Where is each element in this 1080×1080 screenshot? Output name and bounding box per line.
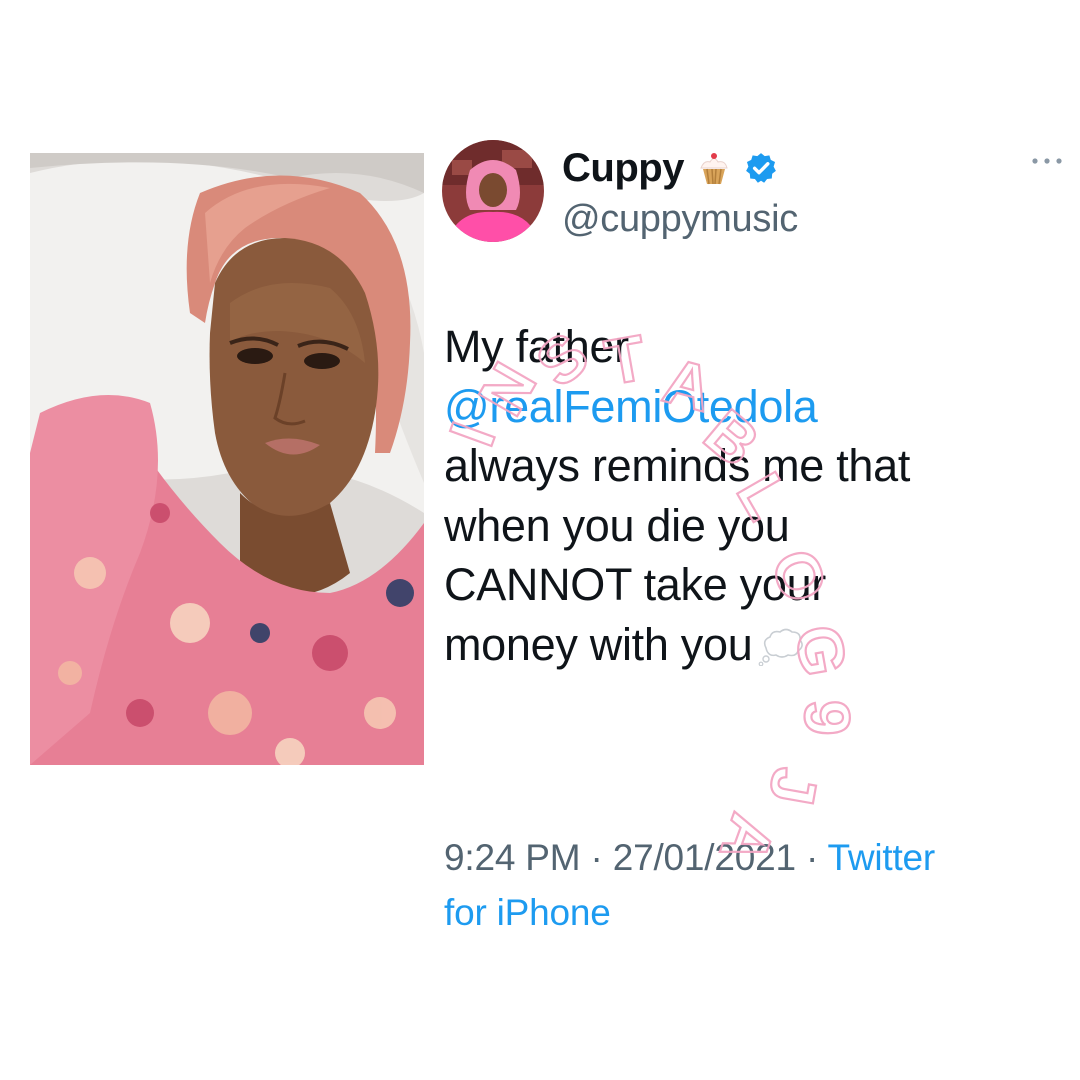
- mention-link[interactable]: @realFemiOtedola: [444, 377, 1059, 437]
- source-link-continued[interactable]: for iPhone: [444, 885, 1059, 940]
- tweet-line: CANNOT take your: [444, 559, 826, 610]
- tweet-line: always reminds me that: [444, 440, 911, 491]
- tweet-card: Cuppy @cuppymusic My father @realFemiOte…: [442, 135, 1062, 935]
- tweet-line-text: money with you: [444, 618, 753, 670]
- tweet-line-last: money with you: [444, 615, 1059, 675]
- meta-line-1: 9:24 PM · 27/01/2021 · Twitter: [444, 830, 1059, 885]
- tweet-time[interactable]: 9:24 PM: [444, 837, 581, 878]
- meta-separator: ·: [580, 837, 613, 878]
- avatar[interactable]: [442, 140, 544, 242]
- avatar-image: [442, 140, 544, 242]
- tweet-photo[interactable]: [30, 153, 424, 765]
- portrait-illustration: [30, 153, 424, 765]
- tweet-line: My father: [444, 321, 629, 372]
- tweet-date[interactable]: 27/01/2021: [613, 837, 796, 878]
- meta-separator: ·: [795, 837, 828, 878]
- tweet-metadata: 9:24 PM · 27/01/2021 · Twitter for iPhon…: [444, 830, 1059, 940]
- tweet-line: when you die you: [444, 499, 790, 551]
- source-link[interactable]: Twitter: [828, 837, 936, 878]
- verified-badge-icon: [744, 151, 778, 185]
- cupcake-icon: [694, 148, 734, 188]
- author-line: Cuppy: [562, 145, 778, 191]
- thought-balloon-icon: [758, 621, 806, 666]
- more-options-icon[interactable]: [1030, 153, 1064, 169]
- display-name[interactable]: Cuppy: [562, 146, 684, 191]
- tweet-text: My father @realFemiOtedola always remind…: [444, 317, 1059, 674]
- user-handle[interactable]: @cuppymusic: [562, 198, 798, 241]
